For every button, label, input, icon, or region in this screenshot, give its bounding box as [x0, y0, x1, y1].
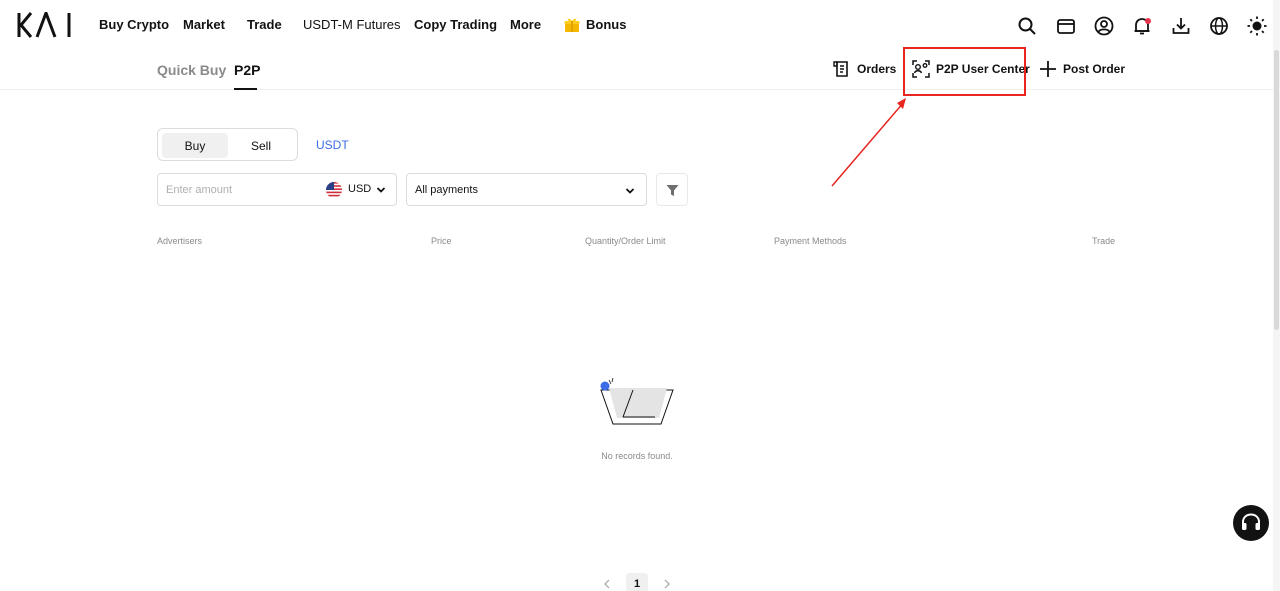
pagination-prev-icon[interactable] [600, 577, 614, 591]
tab-p2p[interactable]: P2P [234, 62, 260, 78]
wallet-icon[interactable] [1056, 16, 1076, 36]
orders-icon [833, 61, 848, 77]
sell-toggle-button[interactable]: Sell [228, 133, 294, 158]
nav-bonus[interactable]: Bonus [586, 17, 626, 32]
nav-trade[interactable]: Trade [247, 17, 282, 32]
buy-sell-toggle: Buy Sell [157, 128, 298, 161]
search-icon[interactable] [1017, 16, 1037, 36]
empty-box-illustration-icon [600, 377, 674, 425]
empty-state-message: No records found. [601, 451, 673, 461]
theme-sun-icon[interactable] [1247, 16, 1267, 36]
nav-copy-trading[interactable]: Copy Trading [414, 17, 497, 32]
column-header-quantity-limit: Quantity/Order Limit [585, 236, 666, 246]
notification-badge [1145, 18, 1151, 24]
post-order-link[interactable]: Post Order [1063, 62, 1125, 76]
tab-quick-buy[interactable]: Quick Buy [157, 62, 226, 78]
page-scrollbar-thumb[interactable] [1274, 50, 1279, 330]
payment-method-select[interactable]: All payments [406, 173, 647, 206]
column-header-payment-methods: Payment Methods [774, 236, 847, 246]
plus-icon [1040, 61, 1056, 77]
amount-field: USD [157, 173, 397, 206]
column-header-price: Price [431, 236, 452, 246]
highlight-annotation-box [903, 47, 1026, 96]
amount-input[interactable] [158, 174, 318, 205]
globe-icon[interactable] [1209, 16, 1229, 36]
kai-logo[interactable] [17, 12, 75, 38]
pagination-next-icon[interactable] [660, 577, 674, 591]
payment-method-label: All payments [415, 184, 478, 196]
top-navigation: Buy Crypto Market Trade USDT-M Futures C… [0, 0, 1280, 50]
customer-support-button[interactable] [1233, 505, 1269, 541]
nav-more[interactable]: More [510, 17, 541, 32]
nav-usdt-m-futures[interactable]: USDT-M Futures [303, 17, 401, 32]
headset-icon [1242, 513, 1260, 530]
download-icon[interactable] [1171, 16, 1191, 36]
orders-link[interactable]: Orders [857, 62, 896, 76]
filter-button[interactable] [656, 173, 688, 206]
filter-funnel-icon [666, 185, 679, 196]
nav-market[interactable]: Market [183, 17, 225, 32]
column-header-advertisers: Advertisers [157, 236, 203, 246]
annotation-arrow-icon [831, 98, 906, 187]
chevron-down-icon [376, 187, 386, 193]
us-flag-icon [326, 182, 342, 198]
pagination-page-current[interactable]: 1 [626, 573, 648, 591]
chevron-down-icon [625, 188, 635, 194]
nav-buy-crypto[interactable]: Buy Crypto [99, 17, 169, 32]
active-tab-indicator [234, 88, 257, 90]
asset-selector-usdt[interactable]: USDT [316, 138, 349, 152]
currency-label: USD [348, 183, 372, 195]
buy-toggle-button[interactable]: Buy [162, 133, 228, 158]
gift-icon [564, 18, 580, 32]
user-account-icon[interactable] [1094, 16, 1114, 36]
p2p-subnav: Quick Buy P2P Orders P2P User Center Pos… [0, 50, 1280, 90]
column-header-trade: Trade [1092, 236, 1116, 246]
currency-select[interactable]: USD [324, 174, 396, 205]
